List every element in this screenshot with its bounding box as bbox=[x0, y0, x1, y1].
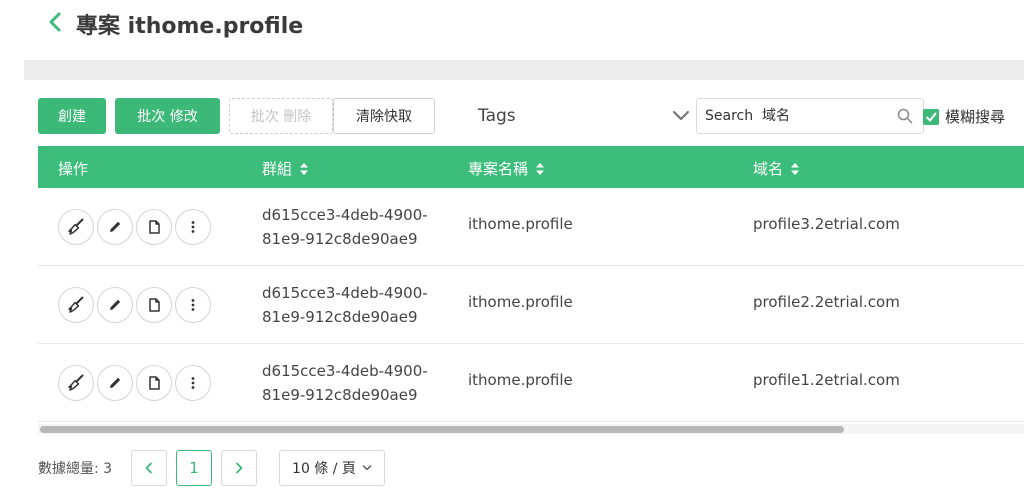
clear-cache-button[interactable]: 清除快取 bbox=[333, 98, 435, 134]
fuzzy-search-label: 模糊搜尋 bbox=[945, 108, 1006, 126]
copy-icon[interactable] bbox=[136, 287, 172, 323]
search-icon[interactable] bbox=[897, 108, 913, 124]
tags-select[interactable]: Tags bbox=[478, 106, 516, 126]
column-header-actions: 操作 bbox=[58, 158, 88, 179]
search-box bbox=[696, 98, 924, 134]
search-input[interactable] bbox=[705, 105, 885, 127]
group-id-line: d615cce3-4deb-4900- bbox=[262, 284, 428, 302]
broom-icon[interactable] bbox=[58, 209, 94, 245]
column-header-group[interactable]: 群組 bbox=[262, 158, 309, 179]
cell-group: d615cce3-4deb-4900- 81e9-912c8de90ae9 bbox=[262, 281, 452, 329]
copy-icon[interactable] bbox=[136, 365, 172, 401]
batch-edit-button[interactable]: 批次 修改 bbox=[115, 98, 220, 134]
prev-page-button[interactable] bbox=[131, 450, 167, 486]
cell-group: d615cce3-4deb-4900- 81e9-912c8de90ae9 bbox=[262, 359, 452, 407]
pencil-icon[interactable] bbox=[97, 209, 133, 245]
chevron-down-icon[interactable] bbox=[672, 108, 690, 122]
cell-project-name: ithome.profile bbox=[468, 293, 573, 311]
table-row: d615cce3-4deb-4900- 81e9-912c8de90ae9 it… bbox=[38, 344, 1024, 422]
chevron-left-icon bbox=[145, 462, 152, 474]
cell-domain: profile3.2etrial.com bbox=[753, 215, 900, 233]
next-page-button[interactable] bbox=[221, 450, 257, 486]
table-row: d615cce3-4deb-4900- 81e9-912c8de90ae9 it… bbox=[38, 188, 1024, 266]
sort-icon[interactable] bbox=[300, 162, 309, 175]
group-id-line: d615cce3-4deb-4900- bbox=[262, 362, 428, 380]
row-actions bbox=[58, 365, 214, 401]
sort-icon[interactable] bbox=[791, 162, 800, 175]
sort-icon[interactable] bbox=[536, 162, 545, 175]
more-vertical-icon[interactable] bbox=[175, 209, 211, 245]
create-button[interactable]: 創建 bbox=[38, 98, 106, 134]
copy-icon[interactable] bbox=[136, 209, 172, 245]
group-id-line: 81e9-912c8de90ae9 bbox=[262, 230, 418, 248]
column-header-domain[interactable]: 域名 bbox=[753, 158, 800, 179]
table-row: d615cce3-4deb-4900- 81e9-912c8de90ae9 it… bbox=[38, 266, 1024, 344]
page-size-select[interactable]: 10 條 / 頁 bbox=[279, 450, 385, 486]
cell-project-name: ithome.profile bbox=[468, 215, 573, 233]
column-label: 群組 bbox=[262, 160, 293, 178]
chevron-down-icon bbox=[362, 465, 372, 471]
page-size-label: 10 條 / 頁 bbox=[292, 461, 356, 477]
divider-band bbox=[24, 60, 1024, 80]
horizontal-scrollbar-thumb[interactable] bbox=[40, 426, 844, 433]
fuzzy-search-checkbox[interactable] bbox=[923, 108, 939, 125]
more-vertical-icon[interactable] bbox=[175, 287, 211, 323]
group-id-line: d615cce3-4deb-4900- bbox=[262, 206, 428, 224]
pencil-icon[interactable] bbox=[97, 287, 133, 323]
broom-icon[interactable] bbox=[58, 365, 94, 401]
group-id-line: 81e9-912c8de90ae9 bbox=[262, 308, 418, 326]
total-count: 數據總量: 3 bbox=[38, 461, 113, 477]
cell-domain: profile2.2etrial.com bbox=[753, 293, 900, 311]
back-chevron-icon[interactable] bbox=[44, 10, 68, 34]
pagination: 數據總量: 3 1 10 條 / 頁 bbox=[0, 448, 1024, 486]
column-label: 域名 bbox=[753, 160, 784, 178]
page-title: 專案 ithome.profile bbox=[76, 14, 304, 39]
more-vertical-icon[interactable] bbox=[175, 365, 211, 401]
page-button-current[interactable]: 1 bbox=[176, 450, 212, 486]
check-icon bbox=[926, 112, 937, 121]
row-actions bbox=[58, 209, 214, 245]
group-id-line: 81e9-912c8de90ae9 bbox=[262, 386, 418, 404]
page-header: 專案 ithome.profile bbox=[0, 0, 1024, 60]
column-label: 專案名稱 bbox=[468, 160, 529, 178]
batch-delete-button: 批次 刪除 bbox=[229, 98, 333, 134]
table-header: 操作 群組 專案名稱 域名 bbox=[38, 146, 1024, 188]
column-header-project-name[interactable]: 專案名稱 bbox=[468, 158, 545, 179]
fuzzy-search-toggle: 模糊搜尋 bbox=[923, 106, 1005, 127]
cell-group: d615cce3-4deb-4900- 81e9-912c8de90ae9 bbox=[262, 203, 452, 251]
cell-project-name: ithome.profile bbox=[468, 371, 573, 389]
pencil-icon[interactable] bbox=[97, 365, 133, 401]
row-actions bbox=[58, 287, 214, 323]
toolbar: 創建 批次 修改 批次 刪除 清除快取 Tags 模糊搜尋 bbox=[0, 98, 1024, 134]
cell-domain: profile1.2etrial.com bbox=[753, 371, 900, 389]
chevron-right-icon bbox=[236, 462, 243, 474]
broom-icon[interactable] bbox=[58, 287, 94, 323]
column-label: 操作 bbox=[58, 160, 89, 178]
